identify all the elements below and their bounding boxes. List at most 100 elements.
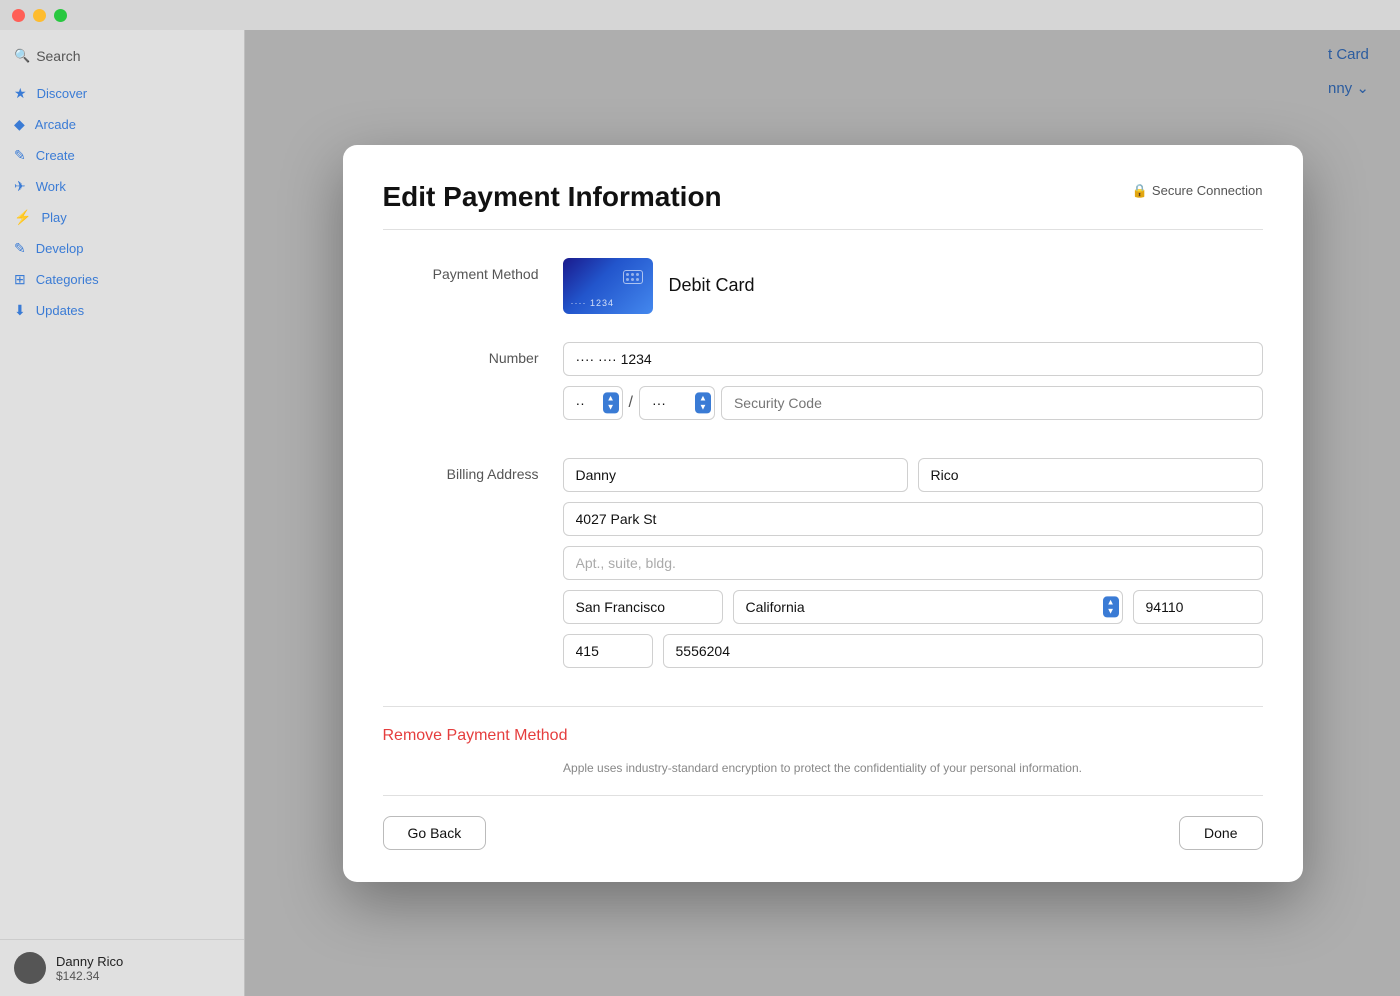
expiry-year-wrap: ··· 2024202520262027 202820292030 ▲ ▼	[639, 386, 715, 420]
expiry-month-wrap: ·· 01020304 05060708 09101112 ▲ ▼	[563, 386, 623, 420]
go-back-button[interactable]: Go Back	[383, 816, 487, 850]
card-image: ···· 1234	[563, 258, 653, 314]
zip-field[interactable]	[1133, 590, 1263, 624]
number-label: Number	[383, 342, 563, 366]
remove-payment-button[interactable]: Remove Payment Method	[383, 727, 568, 745]
card-chip	[623, 270, 643, 284]
billing-address-row: Billing Address	[383, 458, 1263, 678]
area-code-field[interactable]	[563, 634, 653, 668]
payment-method-content: ···· 1234 Debit Card	[563, 258, 1263, 314]
sidebar-item-develop[interactable]: ✎ Develop	[0, 233, 244, 264]
sidebar-item-categories-label: Categories	[36, 272, 99, 287]
develop-icon: ✎	[14, 240, 26, 257]
app-background: 🔍 Search ★ Discover ◆ Arcade ✎ Create ✈ …	[0, 0, 1400, 996]
sidebar-item-create[interactable]: ✎ Create	[0, 140, 244, 171]
year-stepper-arrows[interactable]: ▲ ▼	[695, 392, 711, 413]
name-row	[563, 458, 1263, 492]
top-divider	[383, 229, 1263, 230]
sidebar-user-name: Danny Rico	[56, 954, 123, 969]
apt-field[interactable]	[563, 546, 1263, 580]
phone-number-field[interactable]	[663, 634, 1263, 668]
state-wrap: California AlabamaAlaskaArizona New York…	[733, 590, 1123, 624]
year-down-arrow: ▼	[699, 403, 707, 413]
modal-footer: Go Back Done	[383, 816, 1263, 850]
sidebar-item-discover-label: Discover	[37, 86, 88, 101]
work-icon: ✈	[14, 178, 26, 195]
done-button[interactable]: Done	[1179, 816, 1262, 850]
lock-icon: 🔒	[1132, 183, 1148, 199]
year-up-arrow: ▲	[699, 393, 707, 403]
payment-method-info: ···· 1234 Debit Card	[563, 258, 1263, 314]
billing-address-label: Billing Address	[383, 458, 563, 482]
sidebar-item-work[interactable]: ✈ Work	[0, 171, 244, 202]
title-bar	[0, 0, 1400, 30]
card-number-field[interactable]	[563, 342, 1263, 376]
sidebar-bottom: Danny Rico $142.34	[0, 939, 244, 996]
last-name-field[interactable]	[918, 458, 1263, 492]
chip-dot-2	[631, 273, 634, 276]
sidebar-item-play[interactable]: ⚡ Play	[0, 202, 244, 233]
chip-dot-6	[636, 278, 639, 281]
month-stepper-arrows[interactable]: ▲ ▼	[603, 392, 619, 413]
sidebar-search-row[interactable]: 🔍 Search	[0, 42, 244, 70]
month-down-arrow: ▼	[607, 403, 615, 413]
city-field[interactable]	[563, 590, 723, 624]
traffic-green[interactable]	[54, 9, 67, 22]
number-content: ·· 01020304 05060708 09101112 ▲ ▼ /	[563, 342, 1263, 430]
modal: Edit Payment Information 🔒 Secure Connec…	[343, 145, 1303, 882]
arcade-icon: ◆	[14, 116, 25, 133]
sidebar-item-create-label: Create	[36, 148, 75, 163]
number-row: Number ·· 01020304 05060708 09101112	[383, 342, 1263, 430]
sidebar-item-play-label: Play	[41, 210, 66, 225]
sidebar-item-arcade-label: Arcade	[35, 117, 76, 132]
city-state-zip-row: California AlabamaAlaskaArizona New York…	[563, 590, 1263, 624]
sidebar-user-info: Danny Rico $142.34	[56, 954, 123, 983]
billing-address-content: California AlabamaAlaskaArizona New York…	[563, 458, 1263, 678]
sidebar-item-updates[interactable]: ⬇ Updates	[0, 295, 244, 326]
sidebar-item-discover[interactable]: ★ Discover	[0, 78, 244, 109]
chip-dot-4	[626, 278, 629, 281]
state-select[interactable]: California AlabamaAlaskaArizona New York…	[733, 590, 1123, 624]
street-field-wrap	[563, 502, 1263, 536]
expiry-separator: /	[629, 394, 633, 412]
traffic-yellow[interactable]	[33, 9, 46, 22]
apt-field-wrap	[563, 546, 1263, 580]
payment-method-label: Payment Method	[383, 258, 563, 282]
final-divider	[383, 795, 1263, 796]
chip-dot-1	[626, 273, 629, 276]
card-dots: ···· 1234	[571, 298, 615, 308]
search-icon: 🔍	[14, 48, 30, 64]
modal-title: Edit Payment Information	[383, 181, 1263, 213]
payment-method-row: Payment Method ···· 1234	[383, 258, 1263, 314]
sidebar-item-develop-label: Develop	[36, 241, 84, 256]
play-icon: ⚡	[14, 209, 31, 226]
sidebar-item-categories[interactable]: ⊞ Categories	[0, 264, 244, 295]
avatar	[14, 952, 46, 984]
month-up-arrow: ▲	[607, 393, 615, 403]
card-number-field-wrap	[563, 342, 1263, 376]
privacy-text: Apple uses industry-standard encryption …	[383, 761, 1263, 775]
sidebar-item-work-label: Work	[36, 179, 66, 194]
phone-row	[563, 634, 1263, 668]
traffic-red[interactable]	[12, 9, 25, 22]
chip-dot-5	[631, 278, 634, 281]
create-icon: ✎	[14, 147, 26, 164]
star-icon: ★	[14, 85, 27, 102]
sidebar-search-label: Search	[36, 48, 80, 64]
security-code-field[interactable]	[721, 386, 1263, 420]
sidebar-item-arcade[interactable]: ◆ Arcade	[0, 109, 244, 140]
state-stepper-arrows[interactable]: ▲ ▼	[1103, 596, 1119, 617]
modal-overlay: Edit Payment Information 🔒 Secure Connec…	[245, 30, 1400, 996]
debit-card-label: Debit Card	[669, 275, 755, 296]
categories-icon: ⊞	[14, 271, 26, 288]
chip-dot-3	[636, 273, 639, 276]
sidebar-item-updates-label: Updates	[36, 303, 84, 318]
first-name-field[interactable]	[563, 458, 908, 492]
updates-icon: ⬇	[14, 302, 26, 319]
sidebar: 🔍 Search ★ Discover ◆ Arcade ✎ Create ✈ …	[0, 30, 245, 996]
sidebar-user-balance: $142.34	[56, 969, 123, 983]
state-up-arrow: ▲	[1107, 597, 1115, 607]
street-field[interactable]	[563, 502, 1263, 536]
secure-connection-label: Secure Connection	[1152, 183, 1263, 198]
secure-connection: 🔒 Secure Connection	[1132, 183, 1263, 199]
